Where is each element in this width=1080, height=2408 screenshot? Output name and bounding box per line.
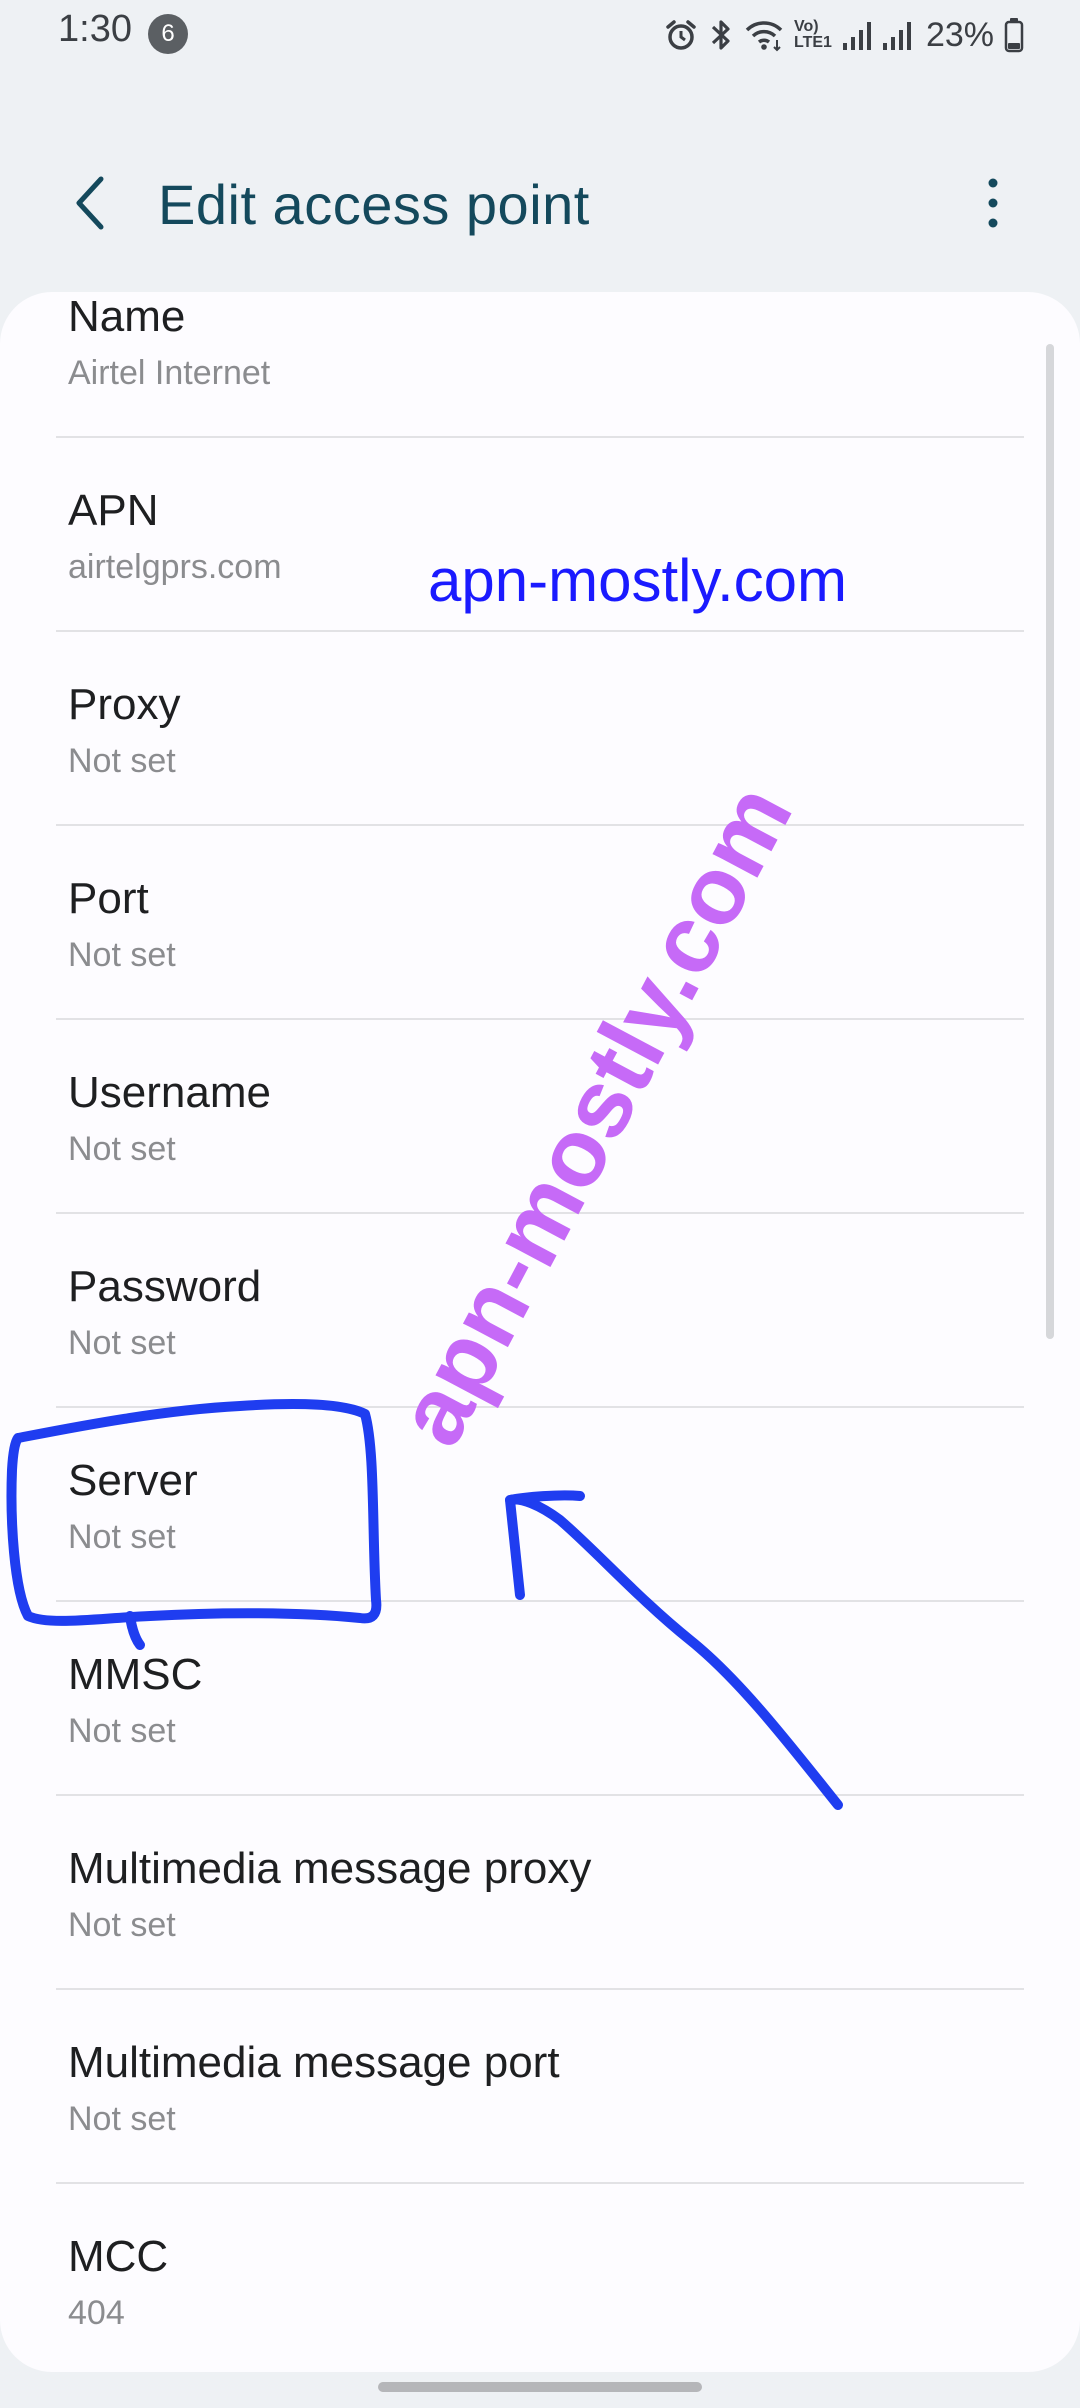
battery-icon bbox=[1004, 17, 1024, 53]
page-title: Edit access point bbox=[158, 173, 590, 236]
setting-value: airtelgprs.com bbox=[68, 548, 282, 586]
setting-row-mms-proxy[interactable]: Multimedia message proxy Not set bbox=[0, 1796, 1080, 1990]
gesture-navigation-bar[interactable] bbox=[378, 2382, 702, 2392]
signal-icon bbox=[842, 19, 872, 51]
setting-row-port[interactable]: Port Not set bbox=[0, 826, 1080, 1020]
setting-value: 404 bbox=[68, 2294, 125, 2332]
watermark-text: apn-mostly.com bbox=[428, 547, 848, 614]
bluetooth-icon bbox=[708, 17, 734, 53]
setting-label: Password bbox=[68, 1262, 262, 1311]
status-bar: 1:30 6 Vo) LTE1 23% bbox=[0, 0, 1080, 70]
setting-value: Not set bbox=[68, 1712, 176, 1750]
lte-label: LTE1 bbox=[794, 34, 832, 51]
setting-row-mcc[interactable]: MCC 404 bbox=[0, 2184, 1080, 2372]
notification-count-badge: 6 bbox=[148, 14, 188, 54]
setting-value: Not set bbox=[68, 1518, 176, 1556]
more-options-button[interactable] bbox=[958, 170, 1028, 240]
volte-icon: Vo) LTE1 bbox=[794, 19, 832, 51]
alarm-icon bbox=[664, 18, 698, 52]
setting-label: MCC bbox=[68, 2232, 169, 2281]
status-time: 1:30 bbox=[58, 8, 132, 50]
setting-label: Multimedia message port bbox=[68, 2038, 560, 2087]
battery-percent: 23% bbox=[925, 15, 994, 54]
setting-value: Not set bbox=[68, 2100, 176, 2138]
setting-row-mms-port[interactable]: Multimedia message port Not set bbox=[0, 1990, 1080, 2184]
setting-label: MMSC bbox=[68, 1650, 203, 1699]
setting-value: Not set bbox=[68, 1906, 176, 1944]
setting-row-proxy[interactable]: Proxy Not set bbox=[0, 632, 1080, 826]
setting-row-mmsc[interactable]: MMSC Not set bbox=[0, 1602, 1080, 1796]
scrollbar[interactable] bbox=[1046, 344, 1054, 1339]
signal-icon bbox=[882, 19, 912, 51]
setting-label: Port bbox=[68, 874, 149, 923]
setting-label: APN bbox=[68, 486, 159, 535]
setting-label: Proxy bbox=[68, 680, 181, 729]
setting-row-name[interactable]: Name Airtel Internet bbox=[0, 292, 1080, 438]
setting-label: Name bbox=[68, 292, 186, 341]
setting-label: Server bbox=[68, 1456, 198, 1505]
wifi-icon bbox=[744, 18, 784, 52]
setting-value: Not set bbox=[68, 936, 176, 974]
status-icons: Vo) LTE1 23% bbox=[664, 10, 1024, 60]
app-bar: Edit access point bbox=[0, 150, 1080, 260]
setting-value: Airtel Internet bbox=[68, 354, 271, 392]
setting-label: Username bbox=[68, 1068, 271, 1117]
more-vertical-icon bbox=[985, 177, 1001, 234]
setting-label: Multimedia message proxy bbox=[68, 1844, 592, 1893]
setting-value: Not set bbox=[68, 1130, 176, 1168]
back-button[interactable] bbox=[56, 170, 126, 240]
back-arrow-icon bbox=[71, 173, 111, 238]
setting-value: Not set bbox=[68, 1324, 176, 1362]
volte-label: Vo) bbox=[794, 18, 819, 35]
setting-row-server[interactable]: Server Not set bbox=[0, 1408, 1080, 1602]
setting-value: Not set bbox=[68, 742, 176, 780]
screen: 1:30 6 Vo) LTE1 23% Edit access point Na… bbox=[0, 0, 1080, 2408]
